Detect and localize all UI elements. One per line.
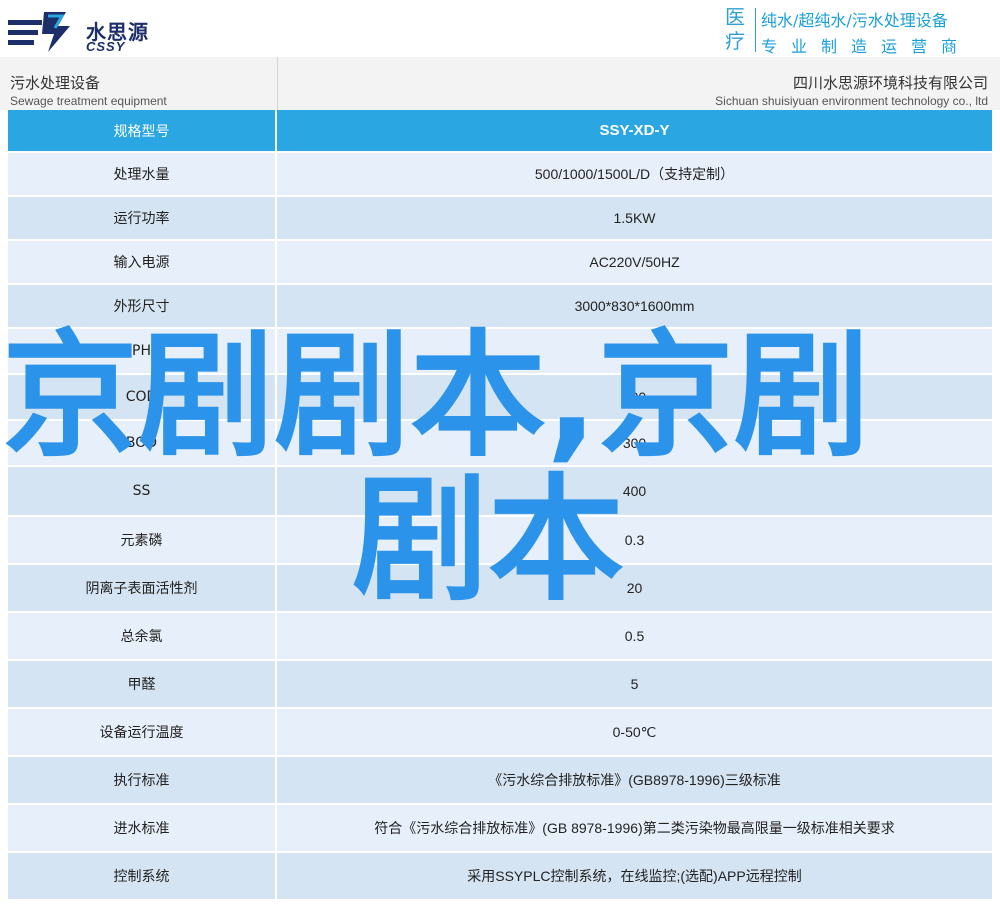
table-header-row: 规格型号 SSY-XD-Y: [8, 110, 992, 153]
tagline-operator: 专业制造运营商: [761, 37, 972, 56]
table-row: 执行标准 《污水综合排放标准》(GB8978-1996)三级标准: [8, 757, 992, 805]
row-value: AC220V/50HZ: [589, 254, 680, 270]
row-label: 处理水量: [8, 153, 277, 195]
table-row: 处理水量 500/1000/1500L/D（支持定制）: [8, 153, 992, 197]
table-row: 输入电源 AC220V/50HZ: [8, 241, 992, 285]
table-row: BOD 300: [8, 421, 992, 467]
tagline-block: 医疗 纯水/超纯水/污水处理设备 专业制造运营商: [725, 5, 995, 56]
table-row: 设备运行温度 0-50℃: [8, 709, 992, 757]
table-row: PH 6~9: [8, 329, 992, 375]
row-value: 符合《污水综合排放标准》(GB 8978-1996)第二类污染物最高限量一级标准…: [374, 820, 895, 836]
row-label: 总余氯: [8, 613, 277, 659]
spec-table: 规格型号 SSY-XD-Y 处理水量 500/1000/1500L/D（支持定制…: [8, 110, 992, 901]
row-value: 300: [622, 435, 647, 451]
table-row: 甲醛 5: [8, 661, 992, 709]
water-logo-icon: [8, 12, 70, 52]
row-label: 执行标准: [8, 757, 277, 803]
category-title-cn: 污水处理设备: [10, 74, 101, 92]
header-label: 规格型号: [8, 110, 277, 151]
row-label: 设备运行温度: [8, 709, 277, 755]
row-label: 运行功率: [8, 197, 277, 239]
table-row: 进水标准 符合《污水综合排放标准》(GB 8978-1996)第二类污染物最高限…: [8, 805, 992, 853]
table-row: 外形尺寸 3000*830*1600mm: [8, 285, 992, 329]
row-label: 元素磷: [8, 517, 277, 563]
row-label: BOD: [8, 421, 277, 465]
table-row: SS 400: [8, 467, 992, 517]
row-value: 0-50℃: [612, 723, 657, 740]
row-value: 3000*830*1600mm: [574, 298, 695, 314]
medical-label: 医疗: [725, 5, 745, 53]
row-value: 采用SSYPLC控制系统，在线监控;(选配)APP远程控制: [467, 868, 802, 884]
row-value: 500/1000/1500L/D（支持定制）: [534, 166, 735, 182]
row-value: 6~9: [622, 343, 647, 359]
row-label: 外形尺寸: [8, 285, 277, 327]
row-label: PH: [8, 329, 277, 373]
brand-logo: 水思源 CSSY: [8, 4, 268, 56]
row-value: 5: [630, 676, 639, 692]
row-label: 阴离子表面活性剂: [8, 565, 277, 611]
table-row: 元素磷 0.3: [8, 517, 992, 565]
row-value: 0.5: [624, 628, 645, 644]
logo-name-en: CSSY: [86, 39, 126, 54]
row-value: 1.5KW: [613, 210, 656, 226]
table-row: COD 500: [8, 375, 992, 421]
band-divider: [277, 57, 278, 110]
row-label: COD: [8, 375, 277, 419]
company-name-en: Sichuan shuisiyuan environment technolog…: [715, 94, 988, 108]
row-value: 500: [622, 389, 647, 405]
row-label: 甲醛: [8, 661, 277, 707]
row-value: 0.3: [624, 532, 645, 548]
table-row: 阴离子表面活性剂 20: [8, 565, 992, 613]
header-value: SSY-XD-Y: [599, 122, 670, 139]
tagline-products: 纯水/超纯水/污水处理设备: [761, 11, 948, 30]
tagline-divider: [755, 8, 756, 52]
company-name-cn: 四川水思源环境科技有限公司: [792, 74, 988, 92]
table-row: 控制系统 采用SSYPLC控制系统，在线监控;(选配)APP远程控制: [8, 853, 992, 901]
row-label: 进水标准: [8, 805, 277, 851]
row-value: 400: [622, 483, 647, 499]
row-value: 《污水综合排放标准》(GB8978-1996)三级标准: [488, 772, 781, 788]
row-label: 输入电源: [8, 241, 277, 283]
table-row: 运行功率 1.5KW: [8, 197, 992, 241]
row-label: SS: [8, 467, 277, 515]
row-label: 控制系统: [8, 853, 277, 899]
category-title-en: Sewage treatment equipment: [10, 94, 167, 108]
row-value: 20: [626, 580, 643, 596]
table-row: 总余氯 0.5: [8, 613, 992, 661]
